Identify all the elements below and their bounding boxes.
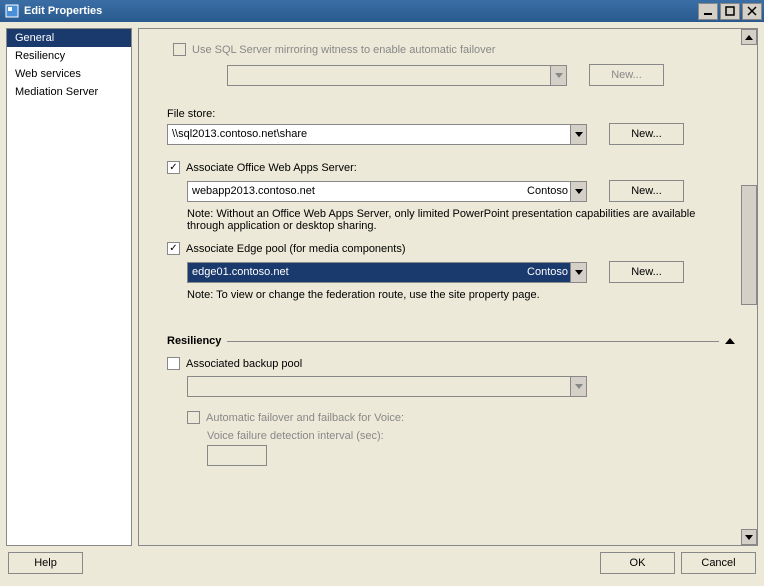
sidebar-item-resiliency[interactable]: Resiliency bbox=[7, 47, 131, 65]
sidebar-label: General bbox=[15, 32, 54, 44]
mirroring-combo bbox=[227, 65, 567, 86]
window-title: Edit Properties bbox=[24, 5, 698, 17]
owa-label: Associate Office Web Apps Server: bbox=[186, 162, 357, 174]
voice-interval-input bbox=[207, 445, 267, 466]
mirroring-label: Use SQL Server mirroring witness to enab… bbox=[192, 44, 495, 56]
owa-input[interactable] bbox=[187, 181, 527, 202]
maximize-button[interactable] bbox=[720, 3, 740, 20]
sidebar-label: Resiliency bbox=[15, 50, 65, 62]
backup-label: Associated backup pool bbox=[186, 358, 302, 370]
scroll-up-button[interactable] bbox=[741, 29, 757, 45]
divider bbox=[227, 341, 719, 342]
chevron-down-icon bbox=[550, 65, 567, 86]
owa-combo[interactable]: Contoso bbox=[187, 181, 587, 202]
help-button[interactable]: Help bbox=[8, 552, 83, 574]
mirroring-checkbox bbox=[173, 43, 186, 56]
sidebar: General Resiliency Web services Mediatio… bbox=[6, 28, 132, 546]
backup-checkbox[interactable] bbox=[167, 357, 180, 370]
resiliency-heading: Resiliency bbox=[167, 335, 221, 347]
edge-label: Associate Edge pool (for media component… bbox=[186, 243, 406, 255]
chevron-down-icon[interactable] bbox=[570, 124, 587, 145]
owa-checkbox[interactable] bbox=[167, 161, 180, 174]
main-panel: Use SQL Server mirroring witness to enab… bbox=[138, 28, 758, 546]
edge-note: Note: To view or change the federation r… bbox=[187, 289, 735, 301]
app-icon bbox=[4, 3, 20, 19]
filestore-new-button[interactable]: New... bbox=[609, 123, 684, 145]
minimize-button[interactable] bbox=[698, 3, 718, 20]
edge-combo[interactable]: Contoso bbox=[187, 262, 587, 283]
filestore-input[interactable] bbox=[167, 124, 570, 145]
scroll-thumb[interactable] bbox=[741, 185, 757, 305]
filestore-combo[interactable] bbox=[167, 124, 587, 145]
sidebar-item-mediation[interactable]: Mediation Server bbox=[7, 83, 131, 101]
sidebar-item-webservices[interactable]: Web services bbox=[7, 65, 131, 83]
edge-checkbox[interactable] bbox=[167, 242, 180, 255]
mirroring-new-button: New... bbox=[589, 64, 664, 86]
titlebar: Edit Properties bbox=[0, 0, 764, 22]
edge-suffix: Contoso bbox=[527, 262, 570, 283]
edge-new-button[interactable]: New... bbox=[609, 261, 684, 283]
chevron-down-icon[interactable] bbox=[570, 262, 587, 283]
backup-combo bbox=[187, 376, 587, 397]
collapse-icon[interactable] bbox=[725, 335, 735, 347]
chevron-down-icon[interactable] bbox=[570, 181, 587, 202]
scroll-down-button[interactable] bbox=[741, 529, 757, 545]
owa-new-button[interactable]: New... bbox=[609, 180, 684, 202]
auto-failover-checkbox bbox=[187, 411, 200, 424]
close-button[interactable] bbox=[742, 3, 762, 20]
voice-interval-label: Voice failure detection interval (sec): bbox=[207, 430, 735, 442]
sidebar-label: Mediation Server bbox=[15, 86, 98, 98]
cancel-button[interactable]: Cancel bbox=[681, 552, 756, 574]
vertical-scrollbar[interactable] bbox=[741, 29, 757, 545]
owa-note: Note: Without an Office Web Apps Server,… bbox=[187, 208, 735, 232]
scroll-track[interactable] bbox=[741, 45, 757, 529]
filestore-label: File store: bbox=[167, 108, 735, 120]
sidebar-label: Web services bbox=[15, 68, 81, 80]
chevron-down-icon bbox=[570, 376, 587, 397]
sidebar-item-general[interactable]: General bbox=[7, 29, 131, 47]
owa-suffix: Contoso bbox=[527, 181, 570, 202]
auto-failover-label: Automatic failover and failback for Voic… bbox=[206, 412, 404, 424]
ok-button[interactable]: OK bbox=[600, 552, 675, 574]
mirroring-input bbox=[227, 65, 550, 86]
backup-input bbox=[187, 376, 570, 397]
edge-input[interactable] bbox=[187, 262, 527, 283]
